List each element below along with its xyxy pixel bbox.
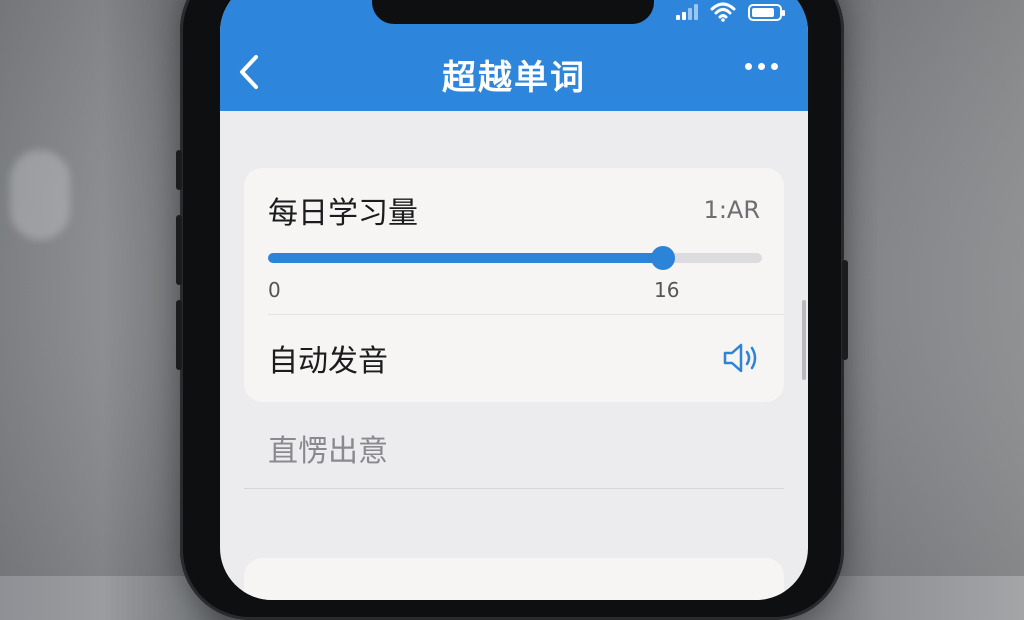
slider-fill [268, 253, 664, 263]
background-object [10, 150, 70, 240]
daily-amount-slider[interactable] [268, 246, 762, 270]
daily-amount-value: 1:AR [703, 196, 760, 224]
power-button [842, 260, 848, 360]
divider [244, 488, 784, 489]
signal-icon [676, 4, 698, 20]
notch [372, 0, 654, 24]
app-screen: 超越单词 每日学习量 1:AR 0 16 自动发音 直愣出意 [220, 0, 808, 600]
daily-amount-label: 每日学习量 [268, 196, 418, 231]
battery-icon [748, 3, 785, 21]
divider [268, 314, 784, 315]
slider-min-label: 0 [268, 278, 281, 302]
slider-max-label: 16 [654, 278, 680, 302]
more-horizontal-icon[interactable] [745, 63, 778, 70]
page-title: 超越单词 [442, 58, 586, 98]
settings-card: 每日学习量 1:AR 0 16 自动发音 [244, 168, 784, 402]
volume-up-button [176, 215, 182, 285]
plain-setting-row[interactable]: 直愣出意 [268, 426, 388, 470]
wifi-icon [710, 2, 736, 22]
volume-down-button [176, 300, 182, 370]
settings-card-2 [244, 558, 784, 600]
slider-thumb[interactable] [651, 246, 676, 270]
status-bar [676, 2, 785, 22]
auto-pronounce-label: 自动发音 [268, 344, 388, 379]
scroll-indicator[interactable] [802, 300, 806, 380]
speaker-icon[interactable] [722, 341, 762, 375]
mute-switch [176, 150, 182, 190]
